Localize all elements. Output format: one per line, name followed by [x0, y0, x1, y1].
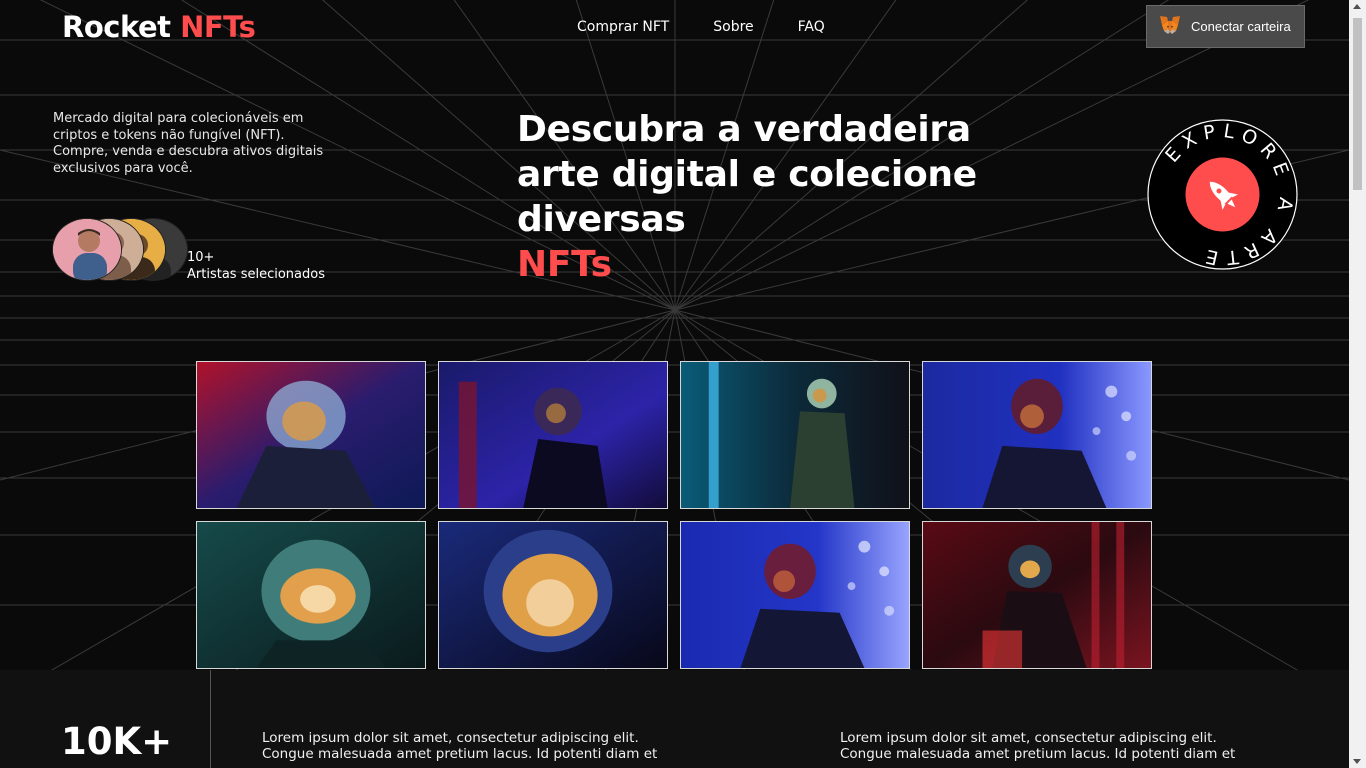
intro-description: Mercado digital para colecionáveis em cr…: [53, 111, 324, 176]
nft-tile[interactable]: [922, 361, 1152, 509]
artists-label: Artistas selecionados: [187, 267, 325, 282]
hero-headline-accent: NFTs: [517, 244, 612, 285]
brand-logo[interactable]: Rocket NFTs: [62, 10, 256, 44]
nft-tile[interactable]: [438, 521, 668, 669]
nft-tile[interactable]: [196, 361, 426, 509]
nav-faq[interactable]: FAQ: [798, 19, 825, 35]
metamask-fox-icon: [1159, 15, 1181, 38]
nft-image: [923, 362, 1151, 508]
main-nav: Comprar NFT Sobre FAQ: [577, 19, 825, 35]
nav-sobre[interactable]: Sobre: [713, 19, 753, 35]
artists-count: 10+: [187, 250, 215, 265]
nft-tile[interactable]: [196, 521, 426, 669]
nft-image: [197, 362, 425, 508]
brand-accent: NFTs: [180, 10, 256, 44]
stats-divider: [210, 670, 211, 768]
nft-tile[interactable]: [438, 361, 668, 509]
artists-stat: 10+ Artistas selecionados: [187, 249, 325, 283]
connect-wallet-button[interactable]: Conectar carteira: [1146, 5, 1305, 48]
artist-avatars: [52, 218, 188, 282]
avatar: [52, 218, 122, 281]
nft-tile[interactable]: [922, 521, 1152, 669]
nft-image: [681, 362, 909, 508]
nft-image: [439, 522, 667, 668]
nft-gallery: [196, 361, 1152, 669]
connect-wallet-label: Conectar carteira: [1191, 19, 1291, 34]
explore-badge[interactable]: EXPLORE A ARTE: [1147, 119, 1298, 270]
nft-tile[interactable]: [680, 521, 910, 669]
page-scrollbar[interactable]: [1349, 0, 1366, 768]
scroll-up-arrow-icon[interactable]: [1353, 4, 1361, 9]
stats-text-1: Lorem ipsum dolor sit amet, consectetur …: [262, 730, 658, 762]
nft-image: [439, 362, 667, 508]
brand-name: Rocket: [62, 10, 181, 44]
nft-image: [197, 522, 425, 668]
nav-comprar-nft[interactable]: Comprar NFT: [577, 19, 669, 35]
nft-tile[interactable]: [680, 361, 910, 509]
stats-text-2: Lorem ipsum dolor sit amet, consectetur …: [840, 730, 1236, 762]
scroll-down-arrow-icon[interactable]: [1353, 759, 1361, 764]
nft-image: [923, 522, 1151, 668]
scrollbar-thumb[interactable]: [1353, 18, 1362, 190]
stats-number: 10K+: [61, 720, 173, 763]
nft-image: [681, 522, 909, 668]
hero-headline: Descubra a verdadeira arte digital e col…: [517, 107, 997, 287]
hero-headline-text: Descubra a verdadeira arte digital e col…: [517, 109, 977, 240]
